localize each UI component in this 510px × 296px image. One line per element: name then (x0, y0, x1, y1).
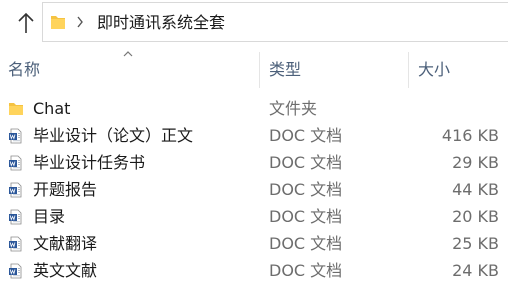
up-arrow-icon[interactable] (14, 8, 38, 38)
address-bar-area: 即时通讯系统全套 (0, 0, 510, 46)
column-type-header[interactable]: 类型 (269, 59, 301, 81)
file-type: DOC 文档 (269, 234, 343, 253)
file-name: 开题报告 (33, 180, 98, 199)
address-bar[interactable]: 即时通讯系统全套 (42, 2, 508, 42)
file-size: 416 KB (441, 126, 499, 145)
file-name: 文献翻译 (33, 234, 98, 253)
file-row[interactable]: 毕业设计任务书 DOC 文档 29 KB (0, 150, 510, 177)
column-divider[interactable] (259, 52, 260, 88)
column-divider[interactable] (408, 52, 409, 88)
file-type: 文件夹 (269, 99, 318, 118)
doc-file-icon (9, 236, 22, 252)
file-row[interactable]: 文献翻译 DOC 文档 25 KB (0, 231, 510, 258)
folder-icon (51, 16, 65, 29)
doc-file-icon (9, 155, 22, 171)
file-type: DOC 文档 (269, 207, 343, 226)
file-size: 44 KB (452, 180, 499, 199)
file-size: 20 KB (452, 207, 499, 226)
file-row[interactable]: Chat 文件夹 (0, 96, 510, 123)
doc-file-icon (9, 182, 22, 198)
file-size: 29 KB (452, 153, 499, 172)
file-type: DOC 文档 (269, 180, 343, 199)
folder-icon (9, 103, 23, 115)
file-row[interactable]: 目录 DOC 文档 20 KB (0, 204, 510, 231)
file-row[interactable]: 开题报告 DOC 文档 44 KB (0, 177, 510, 204)
file-size: 24 KB (452, 261, 499, 280)
doc-file-icon (9, 128, 22, 144)
file-name: Chat (33, 99, 71, 118)
file-name: 毕业设计（论文）正文 (33, 126, 194, 145)
file-name: 英文文献 (33, 261, 98, 280)
column-size-header[interactable]: 大小 (418, 59, 450, 81)
file-name: 目录 (33, 207, 66, 226)
breadcrumb[interactable]: 即时通讯系统全套 (97, 12, 225, 34)
doc-file-icon (9, 263, 22, 279)
file-type: DOC 文档 (269, 261, 343, 280)
file-size: 25 KB (452, 234, 499, 253)
sort-up-icon (123, 51, 133, 57)
file-type: DOC 文档 (269, 126, 343, 145)
column-name-header[interactable]: 名称 (8, 59, 40, 81)
file-row[interactable]: 英文文献 DOC 文档 24 KB (0, 258, 510, 285)
file-type: DOC 文档 (269, 153, 343, 172)
file-row[interactable]: 毕业设计（论文）正文 DOC 文档 416 KB (0, 123, 510, 150)
doc-file-icon (9, 209, 22, 225)
file-name: 毕业设计任务书 (33, 153, 146, 172)
chevron-right-icon[interactable] (75, 12, 85, 32)
